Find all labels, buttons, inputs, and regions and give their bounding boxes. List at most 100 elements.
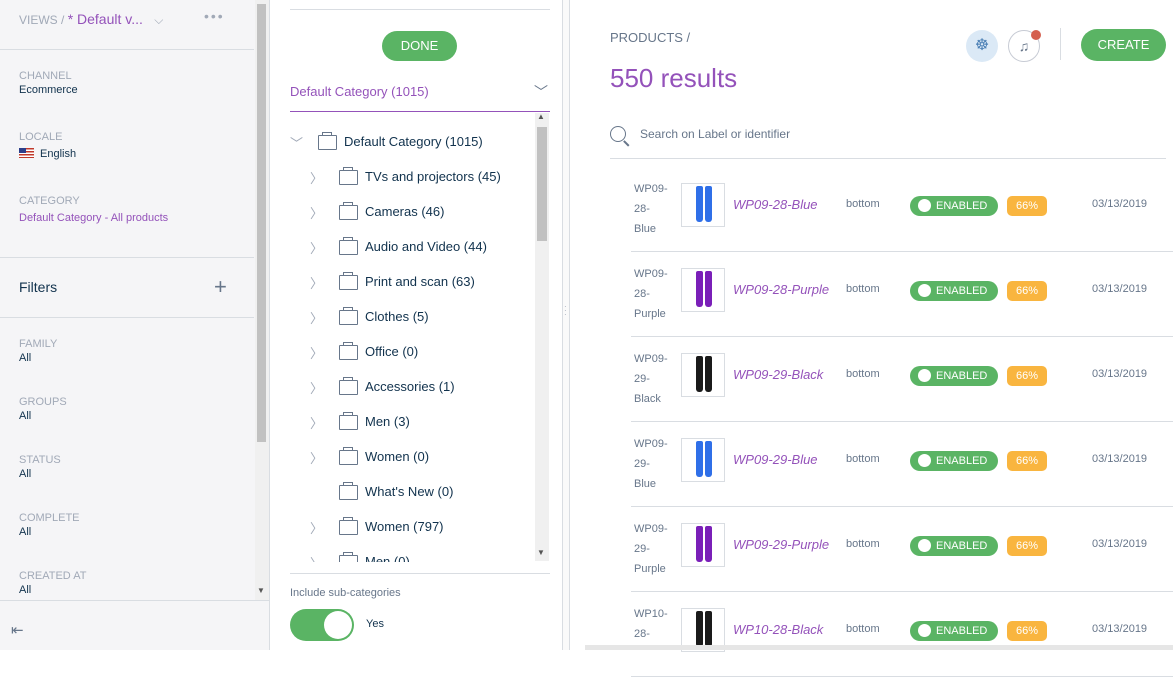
category-value[interactable]: Default Category - All products — [19, 212, 168, 224]
tree-node-label: Men (3) — [365, 414, 410, 429]
create-button[interactable]: CREATE — [1081, 29, 1166, 61]
more-options-icon[interactable]: ••• — [204, 8, 225, 24]
product-image[interactable] — [681, 438, 725, 482]
product-label[interactable]: WP09-28-Purple — [733, 282, 829, 297]
filters-title: Filters — [19, 279, 58, 295]
product-label[interactable]: WP09-29-Purple — [733, 537, 829, 552]
status-badge: ENABLED — [910, 196, 998, 216]
chevron-right-icon[interactable]: 〉 — [310, 518, 323, 537]
chevron-right-icon[interactable]: 〉 — [310, 448, 323, 467]
status-badge: ENABLED — [910, 281, 998, 301]
chevron-right-icon[interactable]: 〉 — [310, 553, 323, 562]
identifier-line: WP09- — [634, 268, 668, 280]
folder-icon — [339, 482, 358, 500]
tree-node-label: Accessories (1) — [365, 379, 455, 394]
channel-value[interactable]: Ecommerce — [19, 84, 78, 96]
folder-icon — [339, 202, 358, 220]
completeness-badge: 66% — [1007, 621, 1047, 641]
filter-groups-value[interactable]: All — [19, 410, 31, 422]
product-identifier: WP09- 28- Purple — [634, 264, 678, 324]
product-image[interactable] — [681, 268, 725, 312]
scroll-up-arrow-icon[interactable]: ▲ — [537, 112, 545, 121]
table-row[interactable]: WP09- 29- Black WP09-29-Black bottom ENABLED 6… — [631, 337, 1173, 422]
tree-node-label: Women (797) — [365, 519, 444, 534]
table-row[interactable]: WP09- 29- Purple WP09-29-Purple bottom ENABLE… — [631, 507, 1173, 592]
tree-node-label: Women (0) — [365, 449, 430, 464]
chevron-right-icon[interactable]: 〉 — [310, 238, 323, 257]
updated-date: 03/13/2019 — [1092, 368, 1148, 380]
search-input[interactable] — [640, 127, 1120, 141]
chevron-right-icon[interactable]: 〉 — [310, 378, 323, 397]
folder-icon — [339, 272, 358, 290]
include-subcategories-toggle[interactable] — [290, 609, 354, 641]
chevron-right-icon[interactable]: 〉 — [310, 343, 323, 362]
category-tree-selector[interactable]: Default Category (1015) ﹀ — [290, 84, 550, 112]
folder-icon — [318, 132, 337, 150]
filter-status-value[interactable]: All — [19, 468, 31, 480]
product-image[interactable] — [681, 183, 725, 227]
folder-icon — [339, 167, 358, 185]
tree-node-label: Print and scan (63) — [365, 274, 475, 289]
folder-icon — [339, 517, 358, 535]
search-bar — [610, 124, 1166, 159]
done-button[interactable]: DONE — [382, 31, 457, 61]
product-label[interactable]: WP10-28-Black — [733, 622, 823, 637]
product-image[interactable] — [681, 523, 725, 567]
product-identifier: WP09- 29- Purple — [634, 519, 678, 579]
panel-resize-handle[interactable]: · · · — [562, 0, 570, 650]
locale-selector[interactable]: English — [19, 148, 76, 160]
scroll-down-arrow-icon[interactable]: ▼ — [257, 586, 265, 595]
product-label[interactable]: WP09-29-Black — [733, 367, 823, 382]
table-row[interactable]: WP10- 28- WP10-28-Black bottom ENABLED 66% 03/… — [631, 592, 1173, 677]
tree-node-label: TVs and projectors (45) — [365, 169, 501, 184]
product-label[interactable]: WP09-29-Blue — [733, 452, 818, 467]
identifier-line: 28- — [634, 288, 650, 300]
chevron-right-icon[interactable]: 〉 — [310, 273, 323, 292]
view-name[interactable]: * Default v... — [68, 11, 143, 27]
brain-icon[interactable]: ☸ — [966, 30, 998, 62]
identifier-line: Purple — [634, 308, 666, 320]
identifier-line: 29- — [634, 458, 650, 470]
table-row[interactable]: WP09- 28- Purple WP09-28-Purple bottom ENABLE… — [631, 252, 1173, 337]
product-family: bottom — [846, 623, 880, 635]
product-label[interactable]: WP09-28-Blue — [733, 197, 818, 212]
chevron-down-icon[interactable]: ﹀ — [534, 82, 548, 102]
chevron-down-icon[interactable]: ﹀ — [290, 133, 303, 152]
tree-node-label: Default Category (1015) — [344, 134, 483, 149]
table-row[interactable]: WP09- 28- Blue WP09-28-Blue bottom ENABLED 66%… — [631, 167, 1173, 252]
divider — [0, 49, 254, 50]
filter-groups-label: GROUPS — [19, 396, 67, 408]
results-count: 550 results — [610, 63, 738, 93]
chevron-right-icon[interactable]: 〉 — [310, 413, 323, 432]
chevron-right-icon[interactable]: 〉 — [310, 203, 323, 222]
scroll-down-arrow-icon[interactable]: ▼ — [537, 548, 545, 557]
filter-complete-value[interactable]: All — [19, 526, 31, 538]
bell-icon[interactable]: ♫ — [1008, 30, 1041, 62]
category-tree-selected: Default Category (1015) — [290, 84, 429, 99]
category-tree-panel: DONE Default Category (1015) ﹀ ﹀ Default… — [271, 0, 562, 650]
divider — [0, 317, 254, 318]
completeness-badge: 66% — [1007, 281, 1047, 301]
collapse-panel-icon[interactable]: ⇤ — [11, 621, 24, 639]
grip-icon[interactable]: · · · — [564, 303, 567, 319]
grid-horizontal-scrollbar[interactable] — [585, 645, 1173, 650]
category-tree: ﹀ Default Category (1015) 〉 TVs and proje… — [290, 128, 536, 562]
views-selector[interactable]: VIEWS / * Default v... ⌵ — [19, 11, 163, 28]
chevron-down-icon[interactable]: ⌵ — [154, 13, 163, 28]
table-row[interactable]: WP09- 29- Blue WP09-29-Blue bottom ENABLED 66%… — [631, 422, 1173, 507]
chevron-right-icon[interactable]: 〉 — [310, 168, 323, 187]
filter-created-value[interactable]: All — [19, 584, 31, 596]
chevron-right-icon[interactable]: 〉 — [310, 308, 323, 327]
product-identifier: WP09- 29- Blue — [634, 434, 678, 494]
folder-icon — [339, 237, 358, 255]
divider — [0, 257, 254, 258]
updated-date: 03/13/2019 — [1092, 453, 1148, 465]
product-image[interactable] — [681, 353, 725, 397]
completeness-badge: 66% — [1007, 451, 1047, 471]
breadcrumb[interactable]: PRODUCTS / — [610, 30, 690, 45]
status-badge: ENABLED — [910, 451, 998, 471]
sidebar-scroll-thumb[interactable] — [257, 4, 266, 442]
add-filter-icon[interactable]: + — [214, 274, 227, 300]
tree-scroll-thumb[interactable] — [537, 127, 547, 241]
filter-family-value[interactable]: All — [19, 352, 31, 364]
